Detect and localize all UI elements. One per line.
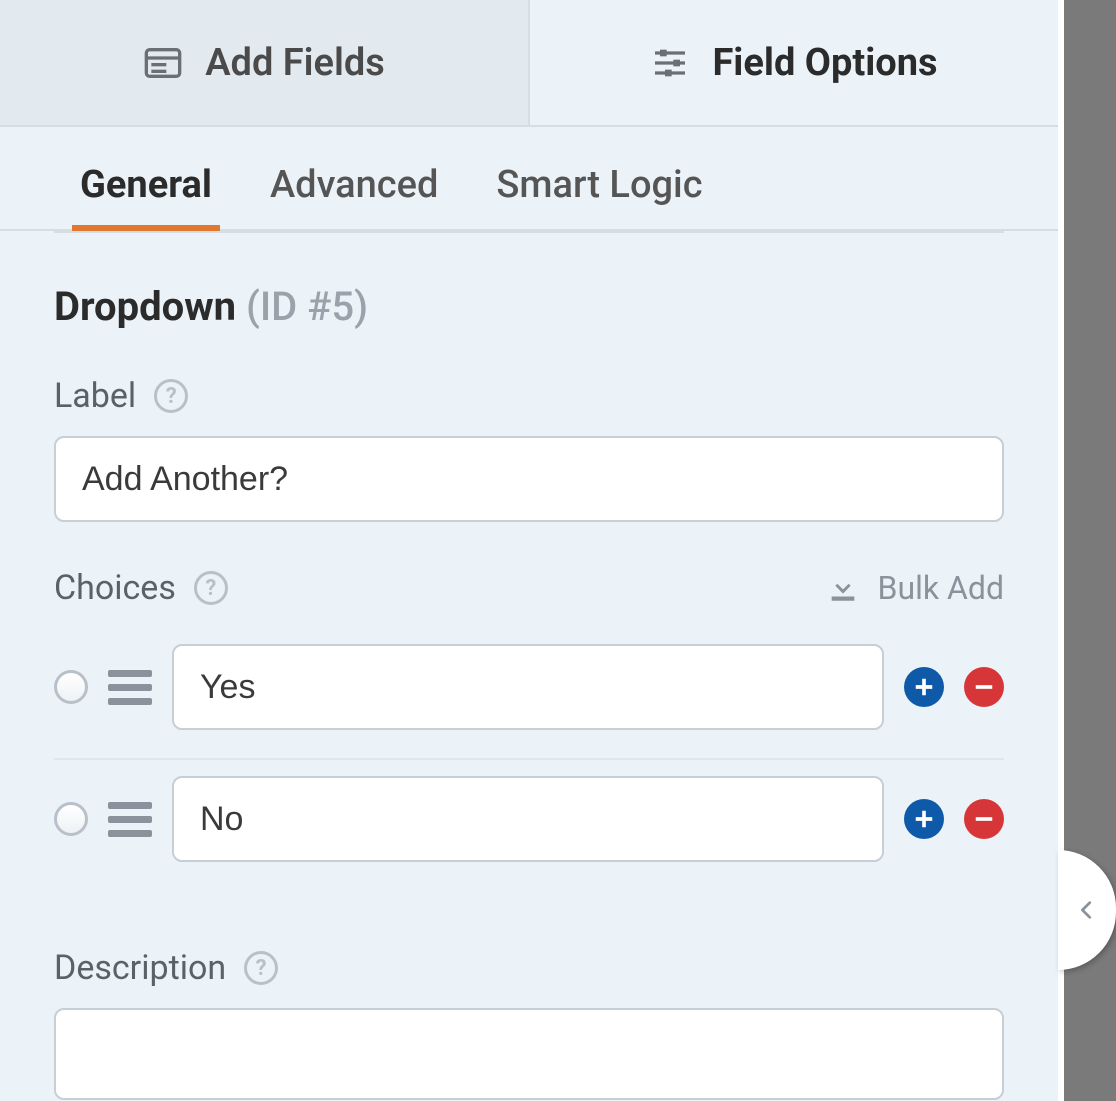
label-input[interactable]	[54, 436, 1004, 522]
bulk-add-label: Bulk Add	[878, 569, 1004, 607]
field-id: 5	[331, 283, 354, 330]
chevron-left-icon	[1076, 893, 1098, 927]
choice-default-radio[interactable]	[54, 670, 88, 704]
help-icon[interactable]: ?	[194, 571, 228, 605]
choice-row	[54, 760, 1004, 902]
plus-icon	[913, 676, 935, 698]
minus-icon	[973, 808, 995, 830]
minus-icon	[973, 676, 995, 698]
description-input[interactable]	[54, 1008, 1004, 1100]
remove-choice-button[interactable]	[964, 799, 1004, 839]
field-options-content: Dropdown (ID #5) Label ? Choices ?	[0, 233, 1058, 1101]
subtab-advanced[interactable]: Advanced	[270, 163, 438, 229]
right-gutter	[1058, 0, 1116, 1101]
sub-tabs: General Advanced Smart Logic	[0, 127, 1058, 231]
choice-input[interactable]	[172, 644, 884, 730]
field-heading: Dropdown (ID #5)	[54, 283, 1004, 330]
form-fields-icon	[143, 43, 183, 83]
download-icon	[826, 571, 860, 605]
tab-add-fields[interactable]: Add Fields	[0, 0, 530, 125]
plus-icon	[913, 808, 935, 830]
choices-caption: Choices	[54, 568, 176, 608]
subtab-general[interactable]: General	[80, 163, 212, 229]
collapse-panel-button[interactable]	[1058, 850, 1116, 970]
tab-add-fields-label: Add Fields	[205, 41, 385, 85]
add-choice-button[interactable]	[904, 799, 944, 839]
choice-row	[54, 628, 1004, 760]
tab-field-options-label: Field Options	[712, 41, 937, 85]
drag-handle-icon[interactable]	[108, 665, 152, 709]
drag-handle-icon[interactable]	[108, 797, 152, 841]
field-options-panel: Add Fields Field Options General Advance…	[0, 0, 1058, 1101]
tab-field-options[interactable]: Field Options	[530, 0, 1058, 125]
subtab-smart-logic[interactable]: Smart Logic	[496, 163, 702, 229]
bulk-add-link[interactable]: Bulk Add	[826, 569, 1004, 607]
choice-input[interactable]	[172, 776, 884, 862]
top-tabs: Add Fields Field Options	[0, 0, 1058, 127]
field-type: Dropdown	[54, 283, 236, 330]
sliders-icon	[650, 43, 690, 83]
description-row: Description ?	[54, 948, 1004, 1101]
description-caption: Description	[54, 948, 226, 988]
label-row: Label ?	[54, 376, 1004, 522]
help-icon[interactable]: ?	[154, 379, 188, 413]
choices-row: Choices ? Bulk Add	[54, 568, 1004, 902]
label-caption: Label	[54, 376, 136, 416]
choice-default-radio[interactable]	[54, 802, 88, 836]
remove-choice-button[interactable]	[964, 667, 1004, 707]
add-choice-button[interactable]	[904, 667, 944, 707]
help-icon[interactable]: ?	[244, 951, 278, 985]
